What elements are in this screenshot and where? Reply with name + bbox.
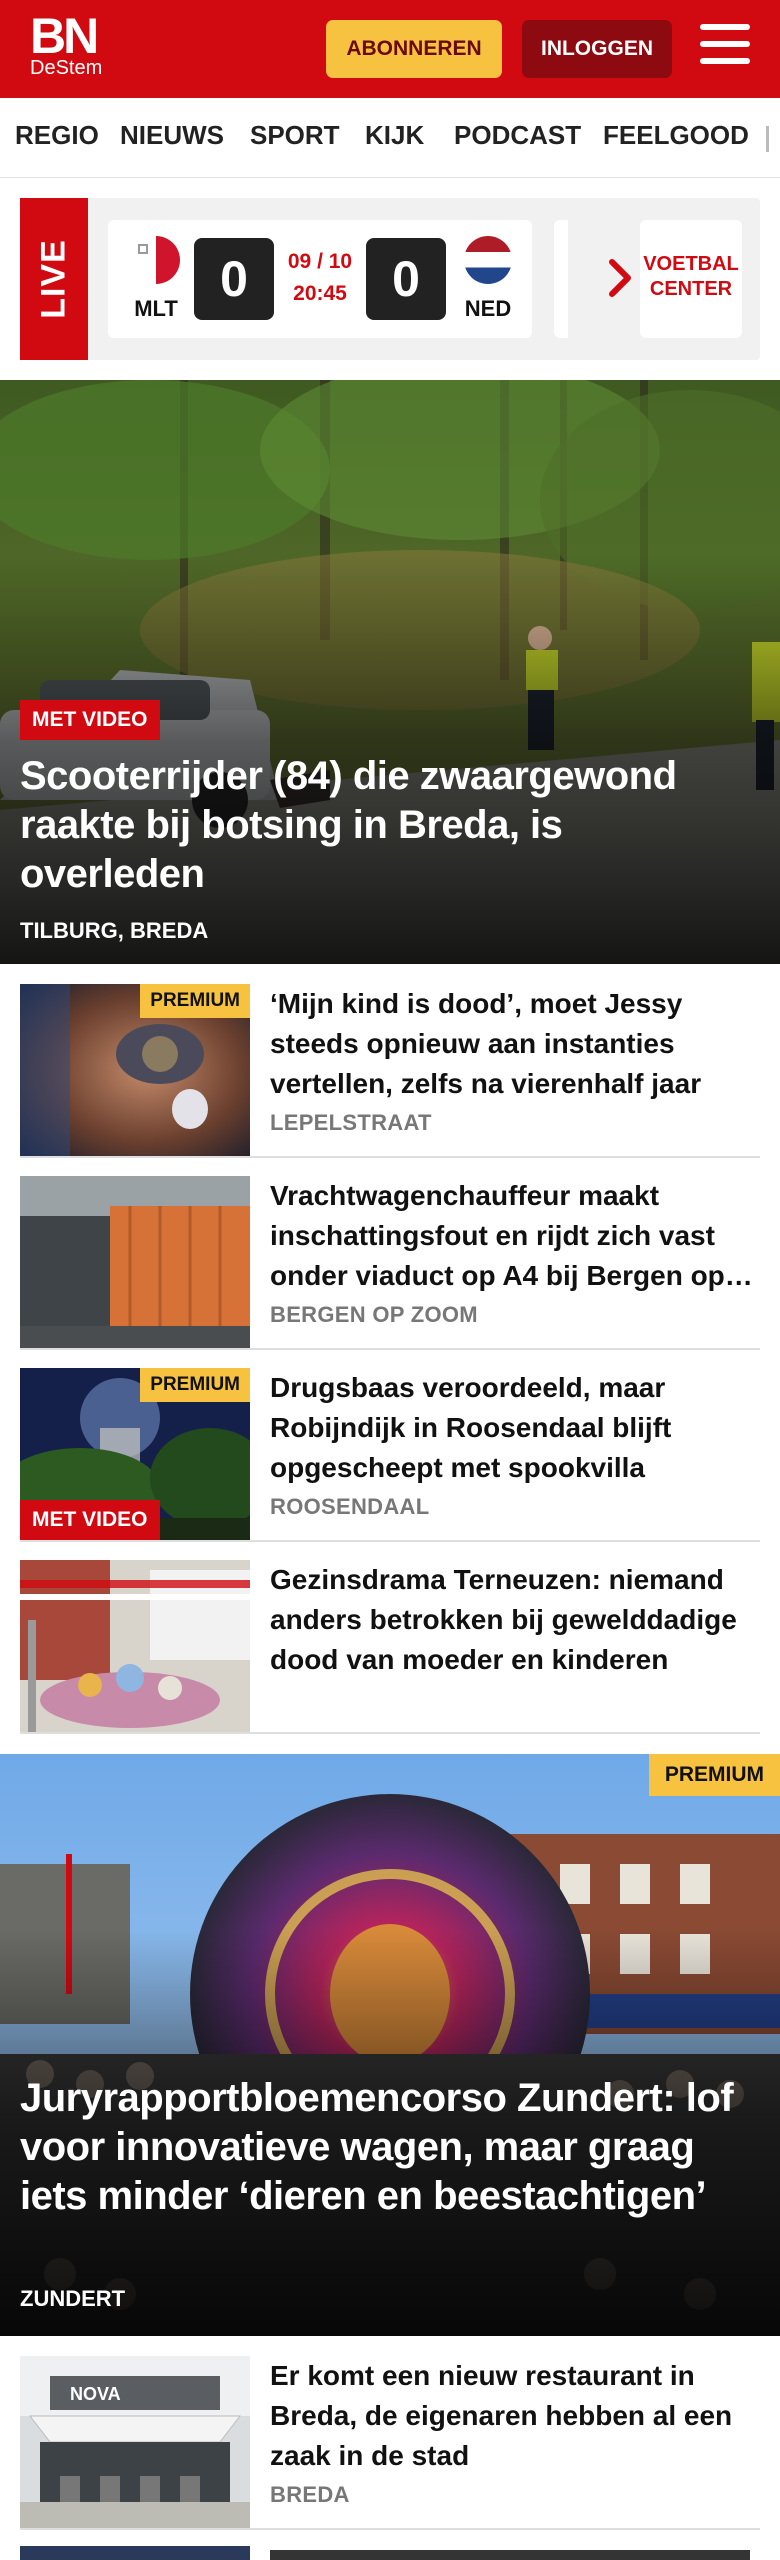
nav-overflow-hint: [766, 126, 769, 152]
article-headline[interactable]: Gezinsdrama Terneuzen: niemand anders be…: [270, 1560, 760, 1680]
logo-mark: BN: [30, 8, 99, 64]
article-location: BERGEN OP ZOOM: [270, 1302, 478, 1327]
article-location: ROOSENDAAL: [270, 1494, 430, 1519]
voetbal-label-line1: VOETBAL: [643, 253, 739, 275]
premium-badge: PREMIUM: [648, 1754, 780, 1796]
home-score: 0: [194, 238, 274, 320]
article-headline[interactable]: Vrachtwagenchauffeur maakt inschattingsf…: [270, 1176, 760, 1296]
voetbal-center-button[interactable]: VOETBAL CENTER: [640, 220, 742, 338]
voetbal-label-line2: CENTER: [649, 278, 733, 300]
hero-headline[interactable]: Juryrapportbloemencorso Zundert: lof voo…: [20, 2074, 740, 2221]
article-thumbnail: NOVA: [20, 2356, 250, 2528]
nav-item-sport[interactable]: SPORT: [250, 120, 340, 151]
away-score: 0: [366, 238, 446, 320]
hero-article-corso[interactable]: PREMIUM Juryrapportbloemencorso Zundert:…: [0, 1754, 780, 2336]
live-tag: LIVE: [20, 198, 88, 360]
next-article-headline-edge: [270, 2550, 750, 2560]
nav-item-podcast[interactable]: PODCAST: [454, 120, 581, 151]
live-label: LIVE: [34, 239, 73, 319]
video-badge: MET VIDEO: [20, 1500, 160, 1540]
section-nav: REGIO NIEUWS SPORT KIJK PODCAST FEELGOOD: [0, 98, 780, 178]
menu-icon[interactable]: [700, 24, 750, 72]
nav-item-feelgood[interactable]: FEELGOOD: [603, 120, 749, 151]
hero-location: TILBURG, BREDA: [20, 918, 209, 943]
article-thumbnail: [20, 1560, 250, 1732]
list-item[interactable]: NOVA Er komt een nieuw restaurant in Bre…: [20, 2342, 760, 2530]
logo-subtitle: DeStem: [30, 57, 103, 79]
article-location: BREDA: [270, 2482, 350, 2507]
login-button[interactable]: INLOGGEN: [522, 20, 672, 78]
premium-badge: PREMIUM: [140, 1368, 250, 1402]
thumbnail-truck-viaduct-photo: [20, 1176, 250, 1348]
live-score-widget: LIVE MLT 0 09 / 10 20:45 0 NED VOETBAL C…: [20, 198, 760, 360]
list-item[interactable]: PREMIUM MET VIDEO Drugsbaas veroordeeld,…: [20, 1354, 760, 1542]
article-thumbnail: [20, 1176, 250, 1348]
hero-gradient: [0, 1754, 780, 2336]
brand-logo[interactable]: BN DeStem: [30, 8, 110, 79]
next-article-thumbnail-edge: [20, 2546, 250, 2560]
match-card[interactable]: MLT 0 09 / 10 20:45 0 NED: [108, 220, 532, 338]
article-headline[interactable]: Drugsbaas veroordeeld, maar Robijndijk i…: [270, 1368, 760, 1488]
restaurant-sign-text: NOVA: [70, 2384, 121, 2404]
match-date: 09 / 10: [287, 250, 353, 273]
article-headline[interactable]: Er komt een nieuw restaurant in Breda, d…: [270, 2356, 760, 2476]
hero-article-scooter[interactable]: MET VIDEO Scooterrijder (84) die zwaarge…: [0, 380, 780, 964]
subscribe-button[interactable]: ABONNEREN: [326, 20, 502, 78]
article-headline[interactable]: ‘Mijn kind is dood’, moet Jessy steeds o…: [270, 984, 760, 1104]
away-team-code: NED: [464, 296, 512, 321]
hero-headline[interactable]: Scooterrijder (84) die zwaargewond raakt…: [20, 752, 740, 899]
list-item[interactable]: Vrachtwagenchauffeur maakt inschattingsf…: [20, 1162, 760, 1350]
chevron-right-icon[interactable]: [606, 256, 636, 300]
thumbnail-memorial-photo: [20, 1560, 250, 1732]
nav-item-regio[interactable]: REGIO: [15, 120, 99, 151]
next-match-card[interactable]: [554, 220, 568, 338]
top-header: BN DeStem ABONNEREN INLOGGEN: [0, 0, 780, 98]
list-item[interactable]: PREMIUM ‘Mijn kind is dood’, moet Jessy …: [20, 970, 760, 1158]
home-team-code: MLT: [134, 296, 178, 321]
premium-badge: PREMIUM: [140, 984, 250, 1018]
hero-location: ZUNDERT: [20, 2286, 126, 2311]
netherlands-flag-icon: [464, 236, 512, 284]
list-item[interactable]: Gezinsdrama Terneuzen: niemand anders be…: [20, 1546, 760, 1734]
nav-item-nieuws[interactable]: NIEUWS: [120, 120, 224, 151]
article-thumbnail: PREMIUM: [20, 984, 250, 1156]
thumbnail-restaurant-photo: NOVA: [20, 2356, 250, 2528]
article-thumbnail: PREMIUM MET VIDEO: [20, 1368, 250, 1540]
nav-item-kijk[interactable]: KIJK: [365, 120, 424, 151]
video-badge: MET VIDEO: [20, 700, 160, 740]
malta-flag-icon: [132, 236, 180, 284]
article-location: LEPELSTRAAT: [270, 1110, 432, 1135]
match-time: 20:45: [293, 282, 347, 305]
